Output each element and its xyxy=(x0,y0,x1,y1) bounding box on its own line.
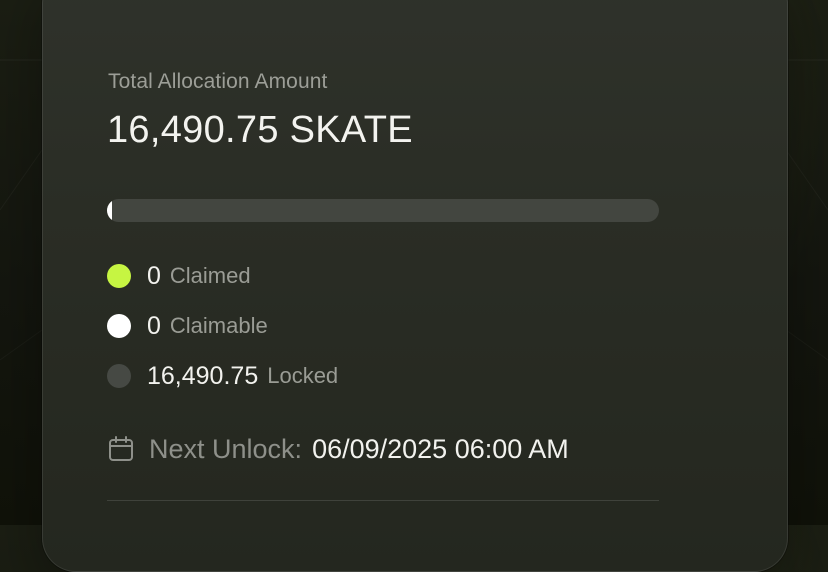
legend-item-claimable: 0 Claimable xyxy=(107,312,268,340)
total-allocation-label: Total Allocation Amount xyxy=(108,70,328,93)
section-divider xyxy=(107,500,659,501)
locked-value: 16,490.75 xyxy=(147,361,259,390)
next-unlock-row: Next Unlock: 06/09/2025 06:00 AM xyxy=(108,432,569,466)
claimed-label: Claimed xyxy=(169,263,251,288)
claimable-label: Claimable xyxy=(169,313,268,338)
next-unlock-label: Next Unlock: xyxy=(149,433,303,464)
next-unlock-date: 06/09/2025 06:00 AM xyxy=(312,433,569,464)
claimed-value: 0 xyxy=(147,261,161,290)
allocation-progress-fill xyxy=(107,199,112,222)
allocation-progress-bar xyxy=(107,199,659,222)
total-allocation-amount: 16,490.75 SKATE xyxy=(107,109,413,151)
legend-item-locked: 16,490.75 Locked xyxy=(107,362,338,390)
calendar-icon xyxy=(109,436,133,461)
locked-label: Locked xyxy=(267,363,339,388)
legend-item-claimed: 0 Claimed xyxy=(107,262,251,290)
claimed-dot-icon xyxy=(107,264,131,288)
claimable-dot-icon xyxy=(107,314,131,338)
locked-dot-icon xyxy=(107,364,131,388)
claimable-value: 0 xyxy=(147,311,161,340)
